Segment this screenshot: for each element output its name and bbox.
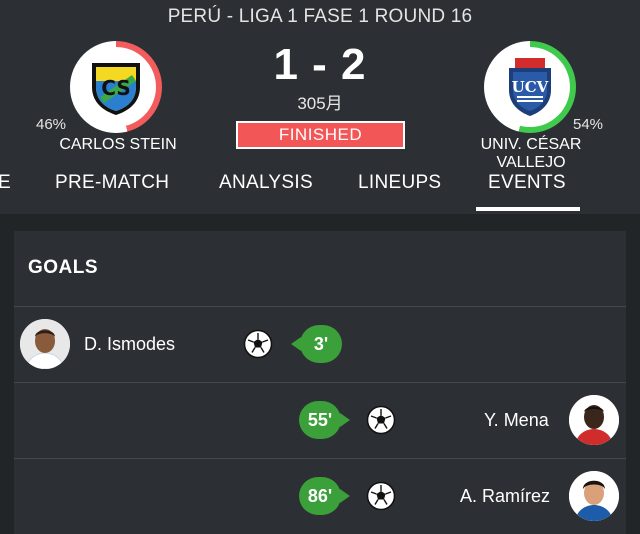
- svg-text:UCV: UCV: [512, 78, 549, 96]
- match-header: PERÚ - LIGA 1 FASE 1 ROUND 16 CS 46% CAR…: [0, 0, 640, 214]
- goal-scorer-name[interactable]: A. Ramírez: [460, 486, 550, 507]
- away-possession-percent: 54%: [573, 116, 604, 133]
- goal-minute-badge: 86': [299, 477, 350, 515]
- player-avatar: [569, 395, 619, 445]
- match-date: 305月: [297, 94, 343, 113]
- match-status-badge: FINISHED: [236, 121, 405, 149]
- tab-partial[interactable]: E: [0, 172, 11, 194]
- events-content: GOALS D. Ismodes 3' 55' Y. Mena 86' A. R…: [0, 214, 640, 534]
- player-avatar: [20, 319, 70, 369]
- tab-analysis[interactable]: ANALYSIS: [219, 172, 313, 194]
- away-team-possession-ring: UCV: [484, 41, 576, 133]
- goal-scorer-name[interactable]: D. Ismodes: [84, 334, 175, 355]
- match-score: 1 - 2: [273, 40, 367, 89]
- svg-text:CS: CS: [101, 76, 130, 100]
- home-team-logo[interactable]: CS: [86, 57, 146, 117]
- goals-card: GOALS D. Ismodes 3' 55' Y. Mena 86' A. R…: [14, 231, 626, 534]
- soccer-ball-icon: [366, 405, 396, 435]
- soccer-ball-icon: [366, 481, 396, 511]
- tab-pre-match[interactable]: PRE-MATCH: [55, 172, 169, 194]
- goal-minute-badge: 3': [291, 325, 342, 363]
- player-avatar: [569, 471, 619, 521]
- home-team-possession-ring: CS: [70, 41, 162, 133]
- home-team-name[interactable]: CARLOS STEIN: [40, 136, 196, 154]
- goal-event-row[interactable]: 55' Y. Mena: [14, 382, 626, 458]
- league-title: PERÚ - LIGA 1 FASE 1 ROUND 16: [167, 6, 473, 27]
- away-team-logo[interactable]: UCV: [501, 56, 559, 118]
- home-possession-percent: 46%: [36, 116, 67, 133]
- soccer-ball-icon: [243, 329, 273, 359]
- goal-event-row[interactable]: D. Ismodes 3': [14, 306, 626, 382]
- tab-events[interactable]: EVENTS: [488, 172, 566, 194]
- goals-heading: GOALS: [28, 257, 99, 278]
- active-tab-indicator: [476, 207, 580, 211]
- goal-minute-badge: 55': [299, 401, 350, 439]
- goal-scorer-name[interactable]: Y. Mena: [484, 410, 549, 431]
- tab-lineups[interactable]: LINEUPS: [358, 172, 441, 194]
- match-tabs: E PRE-MATCH ANALYSIS LINEUPS EVENTS: [0, 164, 640, 214]
- goal-event-row[interactable]: 86' A. Ramírez: [14, 458, 626, 534]
